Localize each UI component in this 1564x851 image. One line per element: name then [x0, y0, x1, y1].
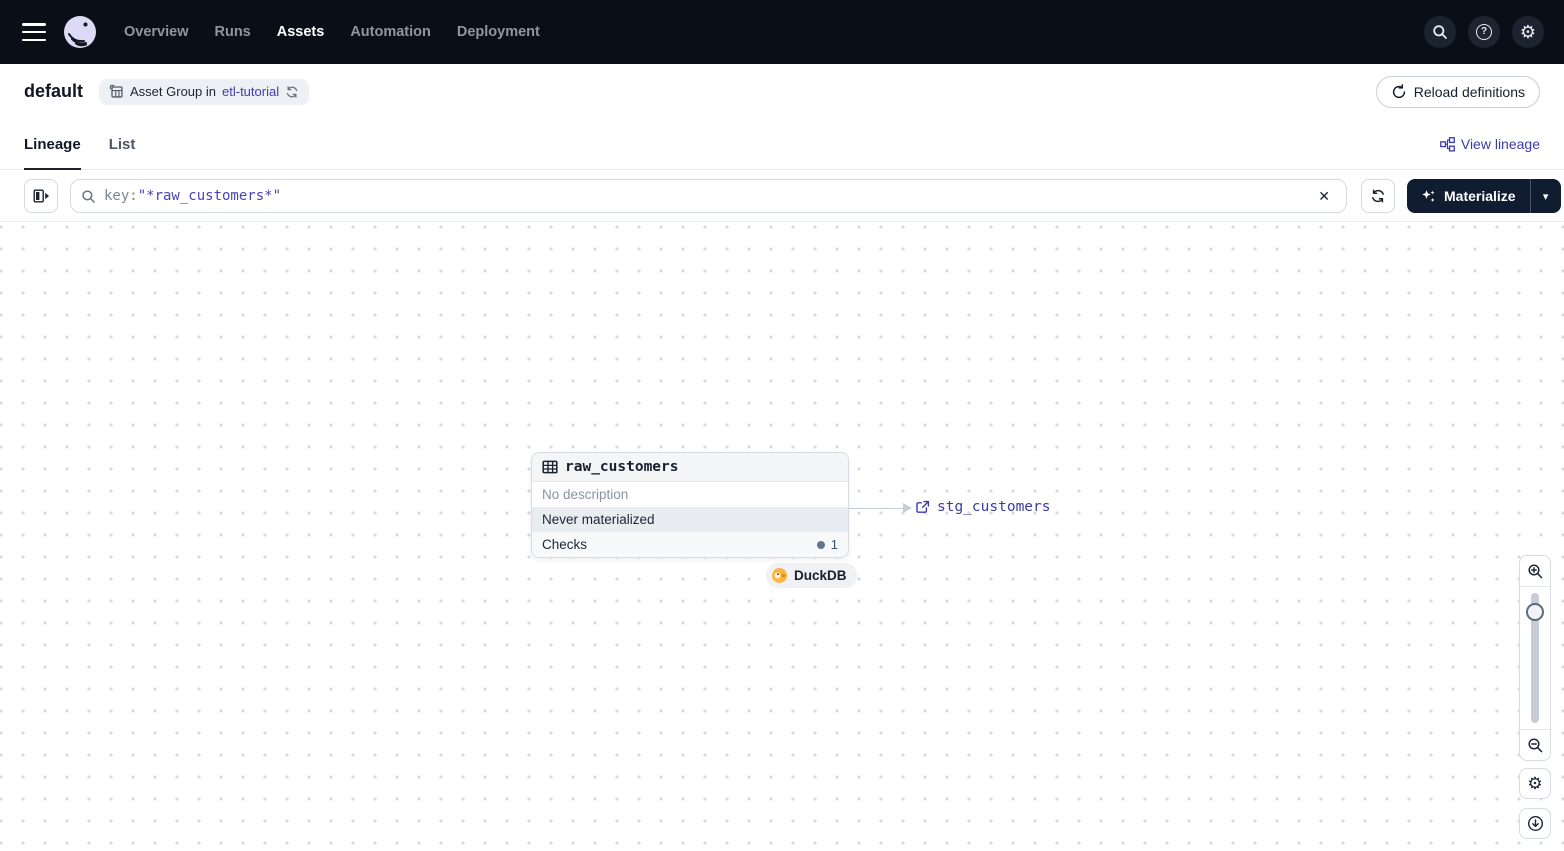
recenter-view-button[interactable] [1519, 808, 1551, 839]
code-location-link[interactable]: etl-tutorial [222, 84, 279, 99]
reload-icon [1391, 83, 1407, 100]
settings-icon[interactable]: ⚙ [1512, 16, 1544, 48]
tab-lineage[interactable]: Lineage [24, 119, 81, 171]
open-sidebar-panel-button[interactable] [24, 179, 58, 213]
asset-node-header[interactable]: raw_customers [532, 453, 848, 482]
asset-node-raw-customers[interactable]: raw_customers No description Never mater… [531, 452, 849, 558]
asset-group-label: Asset Group in [130, 84, 217, 99]
menu-icon[interactable] [22, 23, 46, 41]
asset-filter-input[interactable]: key: "*raw_customers*" ✕ [70, 179, 1347, 213]
nav-utility-icons: ? ⚙ [1424, 16, 1544, 48]
help-icon[interactable]: ? [1468, 16, 1500, 48]
refresh-graph-button[interactable] [1361, 179, 1395, 213]
top-navbar: Overview Runs Assets Automation Deployme… [0, 0, 1564, 64]
filter-key-value: "*raw_customers*" [137, 188, 282, 204]
asset-description-row: No description [532, 482, 848, 507]
filter-key-label: key: [104, 188, 138, 204]
graph-settings-gear-icon: ⚙ [1527, 774, 1543, 793]
nav-item-overview[interactable]: Overview [124, 24, 189, 40]
zoom-control-panel [1519, 555, 1551, 761]
asset-status-row: Never materialized [532, 507, 848, 532]
asset-name: raw_customers [565, 459, 679, 475]
zoom-in-icon[interactable] [1520, 556, 1550, 586]
graph-settings-button[interactable]: ⚙ [1519, 768, 1551, 799]
filter-toolbar: key: "*raw_customers*" ✕ Materialize ▾ [0, 170, 1564, 222]
materialize-split-button: Materialize ▾ [1407, 179, 1561, 213]
lineage-edge [849, 508, 905, 509]
main-nav: Overview Runs Assets Automation Deployme… [124, 24, 540, 40]
zoom-slider-knob[interactable] [1526, 603, 1544, 621]
tab-list[interactable]: List [109, 119, 136, 170]
search-icon[interactable] [1424, 16, 1456, 48]
checks-count: 1 [830, 537, 838, 552]
nav-item-assets[interactable]: Assets [277, 24, 325, 40]
dagster-logo-icon[interactable] [62, 14, 98, 50]
sync-status-icon[interactable] [285, 85, 299, 99]
filter-search-icon [81, 189, 96, 204]
nav-item-deployment[interactable]: Deployment [457, 24, 540, 40]
clear-filter-icon[interactable]: ✕ [1312, 186, 1336, 207]
page-title: default [24, 81, 84, 101]
page-header: default Asset Group in etl-tutorial Relo… [0, 64, 1564, 119]
nav-item-runs[interactable]: Runs [215, 24, 251, 40]
view-lineage-link[interactable]: View lineage [1439, 136, 1540, 152]
lineage-graph-icon [1439, 136, 1455, 152]
lineage-canvas[interactable]: raw_customers No description Never mater… [0, 222, 1564, 851]
kind-badge-duckdb[interactable]: DuckDB [766, 563, 857, 588]
sparkle-icon [1421, 189, 1436, 204]
materialize-button[interactable]: Materialize [1407, 179, 1531, 213]
zoom-out-icon[interactable] [1520, 730, 1550, 760]
lineage-edge-arrowhead-icon [903, 503, 912, 513]
nav-item-automation[interactable]: Automation [350, 24, 431, 40]
materialize-dropdown-caret[interactable]: ▾ [1531, 179, 1561, 213]
external-link-icon [915, 500, 930, 515]
downstream-asset-stg-customers[interactable]: stg_customers [915, 499, 1051, 515]
check-status-dot-icon [816, 540, 825, 549]
table-icon [542, 459, 558, 475]
tab-bar: Lineage List View lineage [0, 119, 1564, 171]
zoom-slider[interactable] [1520, 587, 1550, 729]
reload-definitions-button[interactable]: Reload definitions [1375, 75, 1540, 108]
asset-group-icon [109, 84, 124, 99]
duckdb-icon [771, 567, 788, 584]
asset-group-badge: Asset Group in etl-tutorial [99, 78, 310, 105]
asset-checks-row[interactable]: Checks 1 [532, 532, 848, 557]
